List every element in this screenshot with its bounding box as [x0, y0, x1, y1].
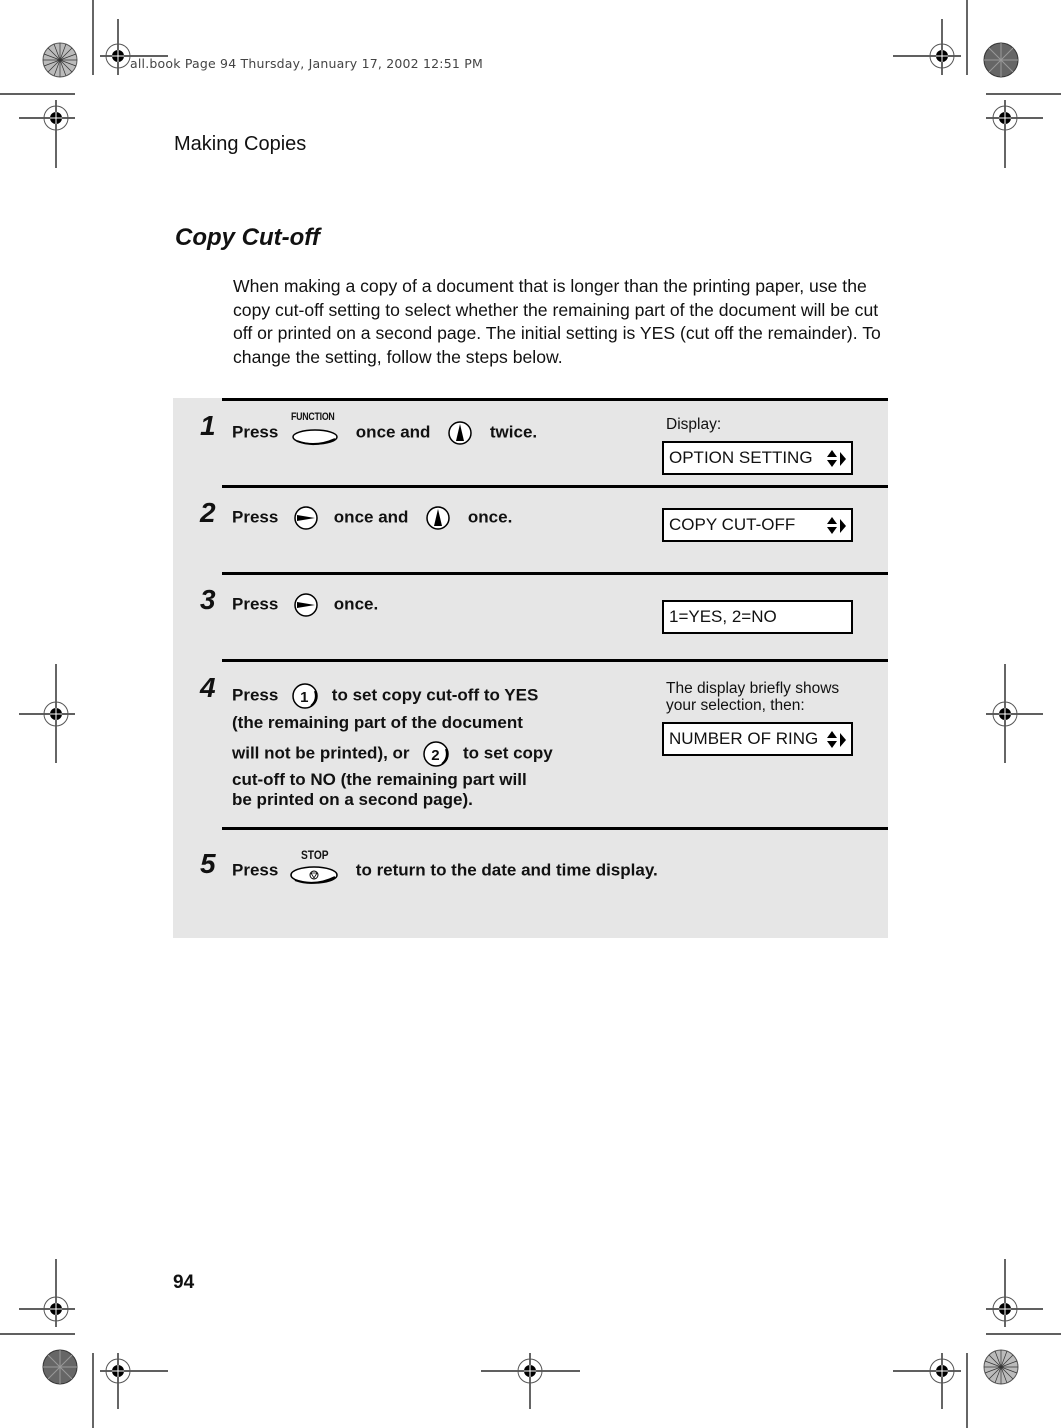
up-arrow-key-icon [425, 505, 451, 531]
step-text: Press STOP to return to the date and tim… [232, 848, 658, 886]
step-line3b: to set copy [463, 743, 553, 763]
print-slug: all.book Page 94 Thursday, January 17, 2… [130, 56, 483, 71]
step-press: Press [232, 507, 279, 527]
step-line1: to set copy cut-off to YES [331, 685, 539, 705]
lcd-text: OPTION SETTING [669, 448, 813, 467]
step-press: Press [232, 685, 279, 705]
key-1-icon: 1 [291, 682, 319, 710]
display-note-line1: The display briefly shows [666, 680, 840, 697]
stop-key-icon: STOP [289, 848, 345, 886]
step-press: Press [232, 422, 279, 442]
step-line4: cut-off to NO (the remaining part will [232, 770, 527, 789]
step-number: 2 [200, 497, 216, 528]
key-1-label: 1 [300, 689, 309, 706]
lcd-display-3: 1=YES, 2=NO [662, 600, 853, 634]
divider [222, 398, 888, 401]
step-line3a: will not be printed), or [232, 743, 410, 763]
divider [222, 827, 888, 830]
lcd-text: NUMBER OF RING [669, 729, 819, 748]
up-down-right-arrows-icon [827, 450, 846, 467]
display-label: Display: [666, 416, 722, 433]
step-end: once. [333, 594, 379, 614]
right-arrow-key-icon [293, 592, 319, 618]
step-mid: once and [355, 422, 431, 442]
step-press: Press [232, 594, 279, 614]
divider [222, 572, 888, 575]
key-2-icon: 2 [422, 740, 450, 768]
step-line5: be printed on a second page). [232, 790, 473, 809]
page-title: Copy Cut-off [175, 224, 320, 251]
step-text: Press FUNCTION once and twice. [232, 411, 538, 448]
step-number: 1 [200, 410, 216, 441]
step-number: 3 [200, 584, 216, 615]
divider [222, 659, 888, 662]
function-key-label: FUNCTION [291, 411, 335, 423]
lcd-text: COPY CUT-OFF [669, 515, 796, 534]
step-text: Press once and once. [232, 505, 512, 531]
lcd-display-1: OPTION SETTING [662, 441, 853, 475]
lcd-display-4: NUMBER OF RING [662, 722, 853, 756]
step-end: once. [467, 507, 513, 527]
up-arrow-key-icon [447, 420, 473, 446]
divider [222, 485, 888, 488]
step-number: 5 [200, 848, 216, 879]
step-end: twice. [489, 422, 538, 442]
intro-paragraph: When making a copy of a document that is… [233, 276, 881, 367]
right-arrow-key-icon [293, 505, 319, 531]
section-header: Making Copies [174, 133, 307, 155]
lcd-display-2: COPY CUT-OFF [662, 508, 853, 542]
up-down-right-arrows-icon [827, 731, 846, 748]
page-number: 94 [173, 1272, 195, 1293]
step-text: Press once. [232, 592, 378, 618]
step-text: Press 1 to set copy cut-off to YES (the … [232, 682, 612, 810]
step-number: 4 [200, 672, 216, 703]
step-mid: once and [333, 507, 409, 527]
lcd-text: 1=YES, 2=NO [669, 607, 777, 626]
step-line2: (the remaining part of the document [232, 713, 523, 732]
key-2-label: 2 [431, 747, 440, 764]
function-key-icon: FUNCTION [289, 411, 345, 448]
step-end: to return to the date and time display. [355, 860, 658, 880]
up-down-right-arrows-icon [827, 517, 846, 534]
stop-key-label: STOP [301, 848, 329, 862]
display-note-line2: your selection, then: [666, 697, 805, 714]
display-note: The display briefly shows your selection… [666, 680, 839, 714]
step-press: Press [232, 860, 279, 880]
